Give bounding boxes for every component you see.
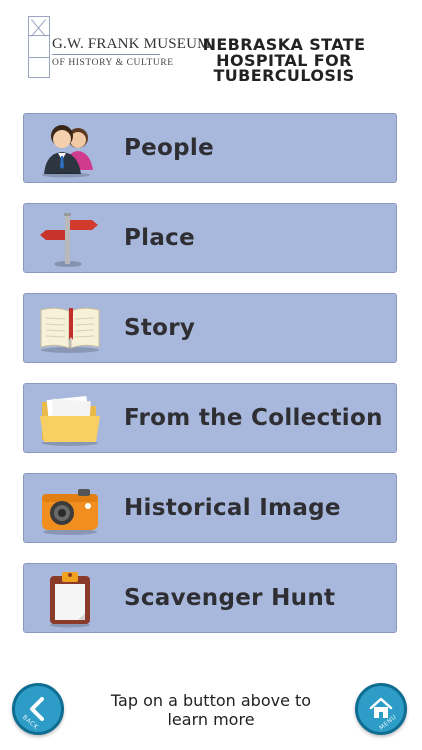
signpost-icon (40, 213, 98, 267)
place-button[interactable]: Place (23, 203, 397, 273)
page-title: NEBRASKA STATE HOSPITAL FOR TUBERCULOSIS (202, 35, 366, 85)
logo-subtitle: OF HISTORY & CULTURE (52, 58, 174, 68)
camera-icon (42, 489, 98, 535)
people-button[interactable]: People (23, 113, 397, 183)
people-icon (42, 125, 93, 178)
logo-divider (52, 54, 160, 55)
scavenger-hunt-button[interactable]: Scavenger Hunt (23, 563, 397, 633)
museum-logo: G.W. FRANK MUSEUM OF HISTORY & CULTURE (28, 14, 211, 78)
open-book-icon (40, 307, 100, 353)
historical-image-button[interactable]: Historical Image (23, 473, 397, 543)
people-label: People (124, 135, 215, 161)
menu-home-button[interactable]: MENU (355, 683, 407, 735)
scavenger-hunt-label: Scavenger Hunt (124, 585, 336, 611)
from-the-collection-button[interactable]: From the Collection (23, 383, 397, 453)
logo-mark-icon (28, 16, 50, 78)
place-label: Place (124, 225, 195, 251)
story-label: Story (124, 315, 196, 341)
logo-name: G.W. FRANK MUSEUM (52, 36, 211, 52)
from-the-collection-label: From the Collection (124, 405, 383, 431)
story-button[interactable]: Story (23, 293, 397, 363)
folder-icon (40, 395, 100, 446)
clipboard-icon (50, 572, 90, 628)
back-button[interactable]: BACK (12, 683, 64, 735)
historical-image-label: Historical Image (124, 495, 341, 521)
instruction-text: Tap on a button above to learn more (110, 691, 312, 729)
